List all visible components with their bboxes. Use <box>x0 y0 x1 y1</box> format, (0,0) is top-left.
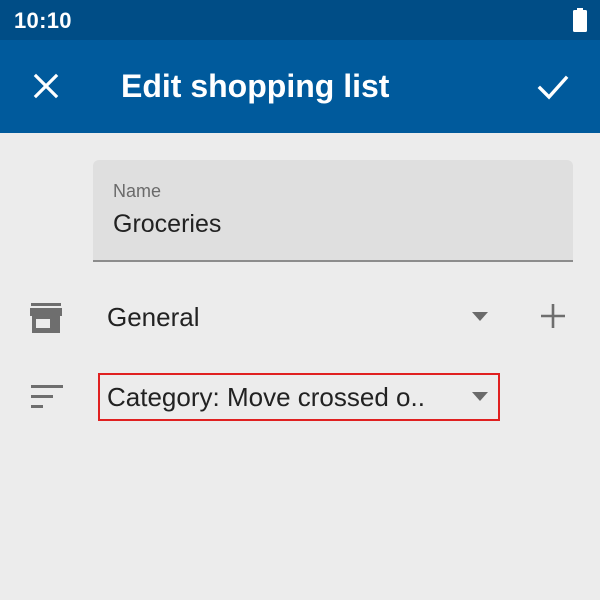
status-time: 10:10 <box>14 8 72 33</box>
sort-selected-value: Category: Move crossed o.. <box>107 382 425 412</box>
sort-order-dropdown[interactable]: Category: Move crossed o.. <box>98 373 500 421</box>
chevron-down-icon <box>472 312 488 321</box>
store-selected-value: General <box>107 302 200 332</box>
check-icon[interactable] <box>534 68 572 106</box>
name-field-label: Name <box>113 181 162 201</box>
app-bar: Edit shopping list <box>0 40 600 133</box>
store-dropdown[interactable]: General <box>98 293 500 341</box>
close-icon[interactable] <box>28 68 64 104</box>
name-input[interactable] <box>113 210 553 239</box>
battery-full-icon <box>573 8 587 32</box>
plus-icon[interactable] <box>537 300 569 332</box>
page-title: Edit shopping list <box>121 68 390 104</box>
chevron-down-icon <box>472 392 488 401</box>
store-icon <box>30 303 62 333</box>
status-bar: 10:10 <box>0 0 600 40</box>
sort-icon <box>31 385 63 408</box>
name-field[interactable]: Name <box>93 160 573 262</box>
